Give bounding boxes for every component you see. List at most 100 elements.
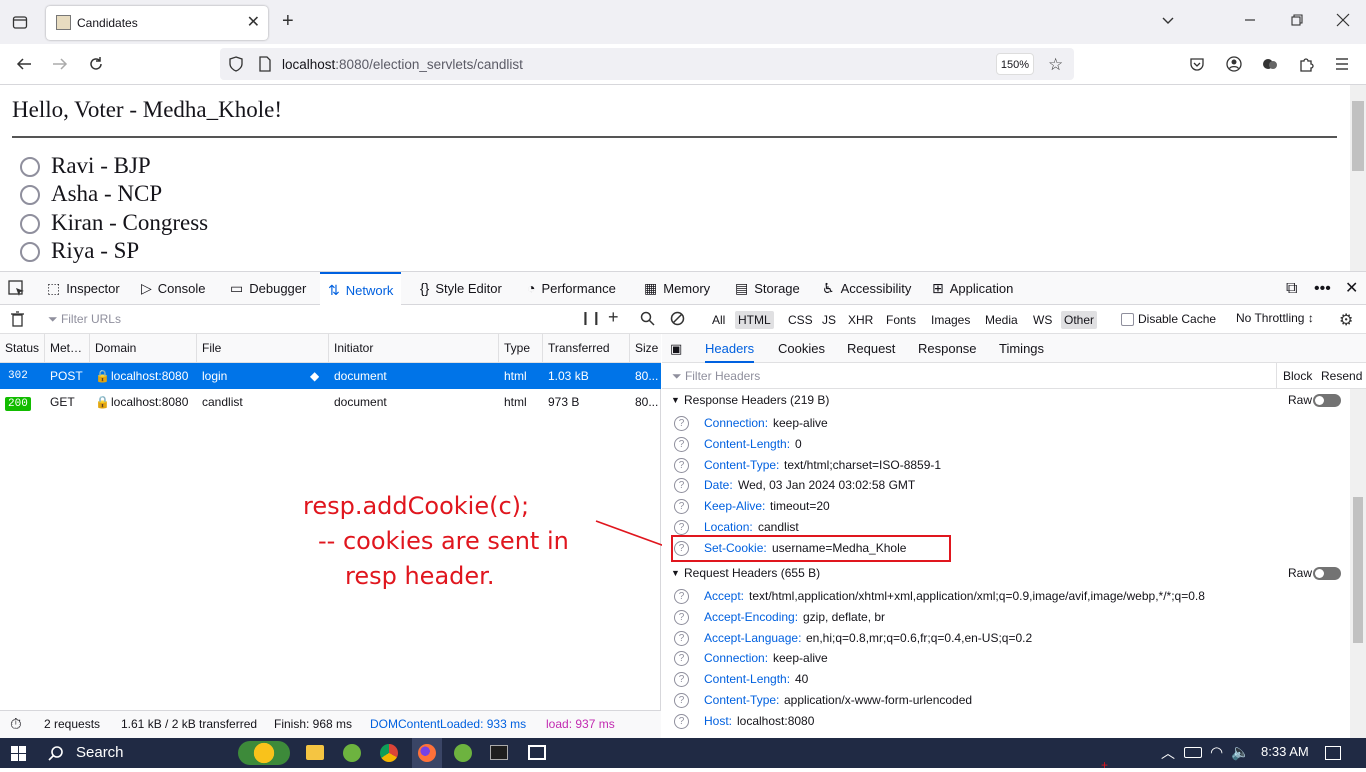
scrollbar-thumb[interactable] <box>1353 497 1363 643</box>
menu-icon[interactable] <box>1334 56 1350 72</box>
timer-icon[interactable]: ⏱ <box>10 711 22 738</box>
tab-cookies[interactable]: Cookies <box>778 334 825 363</box>
radio-button[interactable] <box>20 185 40 205</box>
reload-icon[interactable] <box>88 56 104 72</box>
pause-icon[interactable]: ❙❙ <box>580 310 602 326</box>
windows-start-icon[interactable] <box>11 746 26 761</box>
notifications-icon[interactable] <box>1325 746 1341 760</box>
details-scrollbar[interactable] <box>1350 389 1366 738</box>
filter-images[interactable]: Images <box>928 311 973 329</box>
tab-storage[interactable]: ▤ Storage <box>735 272 800 305</box>
tab-accessibility[interactable]: ♿ Accessibility <box>822 272 911 305</box>
header-row[interactable]: ? Accept: text/html,application/xhtml+xml,… <box>662 586 1348 607</box>
pocket-icon[interactable] <box>1189 56 1205 72</box>
filter-ws[interactable]: WS <box>1030 311 1055 329</box>
spring-boot-icon[interactable] <box>454 744 472 762</box>
browser-tab[interactable]: Candidates ✕ <box>46 6 268 40</box>
radio-button[interactable] <box>20 214 40 234</box>
add-icon[interactable]: + <box>608 307 619 328</box>
help-icon[interactable]: ? <box>674 457 689 473</box>
spring-tool-icon[interactable] <box>343 744 361 762</box>
tab-response[interactable]: Response <box>918 334 977 363</box>
battery-icon[interactable] <box>1184 747 1202 758</box>
filter-other[interactable]: Other <box>1061 311 1098 329</box>
close-devtools-icon[interactable]: ✕ <box>1345 272 1358 305</box>
response-headers-section[interactable]: ▼ Response Headers (219 B) Raw <box>662 389 1348 411</box>
app-window-icon[interactable] <box>528 745 546 760</box>
raw-toggle[interactable] <box>1313 567 1341 580</box>
toggle-sidebar-icon[interactable]: ▣ <box>670 334 682 363</box>
clock-time[interactable]: 8:33 AM <box>1261 744 1309 759</box>
header-row[interactable]: ? Connection: keep-alive <box>662 648 1348 669</box>
col-status[interactable]: Status <box>0 334 45 363</box>
account-icon[interactable] <box>1226 56 1242 72</box>
col-transferred[interactable]: Transferred <box>543 334 630 363</box>
table-row[interactable]: 302 POST 🔒 localhost:8080 login ◆ docume… <box>0 363 661 389</box>
help-icon[interactable]: ? <box>674 436 689 452</box>
tab-console[interactable]: ▷ Console <box>141 272 205 305</box>
shield-icon[interactable] <box>228 56 244 72</box>
tab-performance[interactable]: ◔ Performance <box>527 272 616 305</box>
tab-request[interactable]: Request <box>847 334 895 363</box>
address-bar[interactable]: localhost:8080/election_servlets/candlis… <box>220 48 1074 80</box>
table-row[interactable]: 200 GET 🔒 localhost:8080 candlist docume… <box>0 389 661 415</box>
header-row[interactable]: ? Date: Wed, 03 Jan 2024 03:02:58 GMT <box>662 475 1348 496</box>
volume-icon[interactable]: 🔈 <box>1231 743 1250 761</box>
help-icon[interactable]: ? <box>674 693 689 708</box>
zoom-level[interactable]: 150% <box>996 53 1034 75</box>
help-icon[interactable]: ? <box>674 630 689 646</box>
new-tab-icon[interactable]: + <box>282 11 294 31</box>
page-icon[interactable] <box>258 56 272 72</box>
col-domain[interactable]: Domain <box>90 334 197 363</box>
header-row[interactable]: ? Content-Length: 0 <box>662 434 1348 455</box>
back-icon[interactable] <box>16 56 32 72</box>
filter-headers-input[interactable]: ⏷ Filter Headers <box>672 369 760 384</box>
filter-fonts[interactable]: Fonts <box>883 311 919 329</box>
tab-debugger[interactable]: ▭ Debugger <box>230 272 306 305</box>
tab-network[interactable]: ⇅ Network <box>320 272 402 305</box>
more-options-icon[interactable]: ••• <box>1314 272 1331 305</box>
filter-all[interactable]: All <box>709 311 728 329</box>
block-button[interactable]: Block <box>1283 369 1312 383</box>
radio-button[interactable] <box>20 157 40 177</box>
tab-style-editor[interactable]: {} Style Editor <box>420 272 502 305</box>
tab-application[interactable]: ⊞ Application <box>932 272 1013 305</box>
col-type[interactable]: Type <box>499 334 543 363</box>
throttling-select[interactable]: No Throttling ↕ <box>1236 311 1314 325</box>
restore-icon[interactable] <box>1291 14 1303 26</box>
col-file[interactable]: File <box>197 334 329 363</box>
help-icon[interactable]: ? <box>674 499 689 515</box>
block-icon[interactable] <box>670 311 685 326</box>
tab-inspector[interactable]: ⬚ Inspector <box>47 272 120 305</box>
filter-urls-input[interactable]: ⏷ Filter URLs <box>48 312 121 327</box>
firefox-taskbar-item[interactable] <box>412 738 442 768</box>
bookmark-star-icon[interactable]: ☆ <box>1048 55 1063 75</box>
help-icon[interactable]: ? <box>674 713 689 729</box>
forward-icon[interactable] <box>52 56 68 72</box>
extension-icon[interactable] <box>1262 56 1278 72</box>
trash-icon[interactable] <box>10 311 25 327</box>
radio-button[interactable] <box>20 242 40 262</box>
help-icon[interactable]: ? <box>674 609 689 625</box>
help-icon[interactable]: ? <box>674 589 689 604</box>
file-explorer-icon[interactable] <box>306 745 324 760</box>
help-icon[interactable]: ? <box>674 416 689 431</box>
help-icon[interactable]: ? <box>674 520 689 535</box>
close-tab-icon[interactable]: ✕ <box>247 12 260 32</box>
filter-html[interactable]: HTML <box>735 311 774 329</box>
help-icon[interactable]: ? <box>674 651 689 667</box>
filter-media[interactable]: Media <box>982 311 1021 329</box>
header-row[interactable]: ? Content-Length: 40 <box>662 669 1348 690</box>
tab-list-icon[interactable] <box>12 14 28 30</box>
help-icon[interactable]: ? <box>674 672 689 688</box>
settings-gear-icon[interactable]: ⚙ <box>1339 310 1353 330</box>
scrollbar-thumb[interactable] <box>1352 101 1364 171</box>
taskbar-search-label[interactable]: Search <box>76 744 124 761</box>
dock-icon[interactable]: ⧉ <box>1286 272 1297 305</box>
header-row[interactable]: ? Keep-Alive: timeout=20 <box>662 496 1348 517</box>
filter-css[interactable]: CSS <box>785 311 816 329</box>
col-initiator[interactable]: Initiator <box>329 334 499 363</box>
window-close-icon[interactable] <box>1336 13 1350 27</box>
tab-headers[interactable]: Headers <box>705 334 755 363</box>
header-row[interactable]: ? Host: localhost:8080 <box>662 711 1348 732</box>
